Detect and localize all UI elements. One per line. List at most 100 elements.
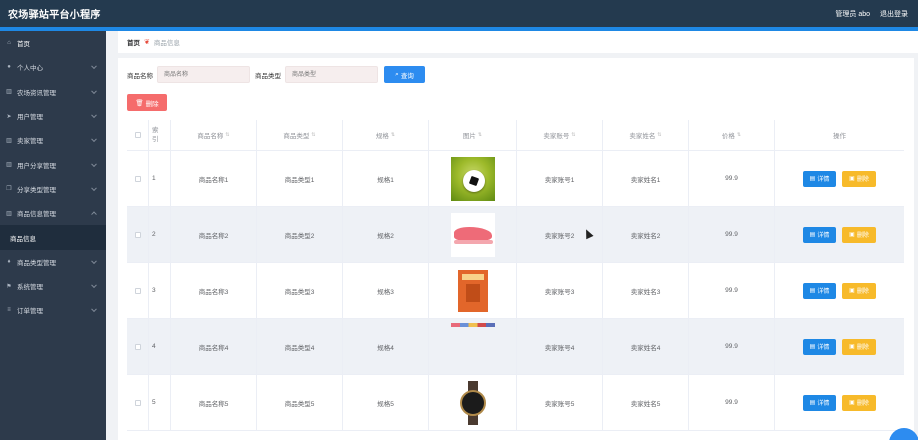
index-header-label: 索引 [152, 127, 159, 143]
ops-cell: ▤ 详情 ▣ 删除 [775, 207, 904, 262]
seller-account-cell: 卖家账号5 [517, 375, 603, 430]
ops-cell: ▤ 详情 ▣ 删除 [775, 375, 904, 430]
header-image[interactable]: 图片 ⇅ [429, 120, 517, 150]
sidebar-item-users[interactable]: ➤ 用户管理 [0, 104, 106, 128]
seller-account-cell: 卖家账号4 [517, 319, 603, 374]
logout-button[interactable]: 退出登录 [880, 9, 908, 19]
detail-icon: ▤ [809, 288, 816, 294]
copy-icon: ❐ [6, 186, 12, 193]
soccer-ball-thumbnail[interactable] [450, 156, 495, 201]
sidebar-item-label: 卖家管理 [17, 138, 43, 146]
sort-icon: ⇅ [477, 132, 483, 138]
header-seller-account[interactable]: 卖家账号 ⇅ [517, 120, 603, 150]
sidebar-subitem-product-info[interactable]: 商品信息 [0, 225, 106, 250]
content-panel: 商品名称 商品类型 ⌕ 查询 🗑 删除 索引 商品名称⇅ 商品类型⇅ 规格⇅ 图… [118, 58, 914, 440]
chevron-down-icon [91, 282, 97, 289]
bank-icon: ▥ [6, 137, 12, 144]
sidebar-item-label: 商品类型管理 [17, 259, 56, 267]
row-checkbox-cell [127, 263, 149, 318]
sidebar-item-share-types[interactable]: ❐ 分享类型管理 [0, 177, 106, 201]
breadcrumb-home[interactable]: 首页 [127, 37, 140, 47]
ops-cell: ▤ 详情 ▣ 删除 [775, 263, 904, 318]
delete-button[interactable]: ▣ 删除 [842, 170, 876, 187]
detail-button[interactable]: ▤ 详情 [803, 226, 836, 243]
delete-label: 删除 [856, 401, 869, 407]
header-name[interactable]: 商品名称 ⇅ [171, 120, 257, 150]
type-label: 商品类型 [255, 72, 281, 80]
row-checkbox[interactable] [134, 399, 141, 406]
detail-button[interactable]: ▤ 详情 [803, 338, 836, 355]
wristwatch-thumbnail[interactable] [450, 380, 495, 425]
row-checkbox[interactable] [134, 175, 141, 182]
delete-button[interactable]: ▣ 删除 [842, 394, 876, 411]
mic-icon: ♦ [7, 258, 11, 265]
price-cell: 99.9 [689, 207, 775, 262]
header-seller-name[interactable]: 卖家姓名 ⇅ [603, 120, 689, 150]
header-type[interactable]: 商品类型 ⇅ [257, 120, 343, 150]
header-spec[interactable]: 规格 ⇅ [343, 120, 429, 150]
delete-button[interactable]: ▣ 删除 [842, 338, 876, 355]
select-all-checkbox[interactable] [134, 132, 141, 138]
name-label: 商品名称 [127, 72, 153, 80]
ops-cell: ▤ 详情 ▣ 删除 [775, 151, 904, 206]
sort-icon: ⇅ [390, 132, 396, 138]
home-icon: ⌂ [7, 40, 11, 47]
trash-icon: ▣ [849, 176, 855, 182]
sidebar-item-sellers[interactable]: ▥ 卖家管理 [0, 128, 106, 152]
sidebar-item-user-shares[interactable]: ▥ 用户分享管理 [0, 152, 106, 176]
row-checkbox[interactable] [134, 343, 141, 350]
breadcrumb-current: 商品信息 [153, 40, 180, 47]
color-strip-thumbnail[interactable] [450, 323, 495, 327]
index-cell: 2 [149, 207, 171, 262]
sidebar-item-system[interactable]: ⚑ 系统管理 [0, 274, 106, 298]
sidebar-item-orders[interactable]: ≡ 订单管理 [0, 298, 106, 322]
price-cell: 99.9 [689, 151, 775, 206]
sidebar-item-home[interactable]: ⌂ 首页 [0, 31, 106, 55]
row-checkbox[interactable] [134, 287, 141, 294]
sidebar-item-product-types[interactable]: ♦ 商品类型管理 [0, 250, 106, 274]
query-button[interactable]: ⌕ 查询 [384, 66, 425, 83]
header-checkbox-cell [127, 120, 149, 150]
sort-icon: ⇅ [225, 132, 230, 138]
table-row: 3 商品名称3 商品类型3 规格3 卖家账号3 卖家姓名3 99.9 ▤ 详情 ▣… [127, 263, 904, 319]
delete-label: 删除 [856, 233, 869, 239]
delete-button[interactable]: ▣ 删除 [842, 226, 876, 243]
row-checkbox[interactable] [134, 231, 141, 238]
product-name-input[interactable] [157, 66, 250, 83]
row-checkbox-cell [127, 319, 149, 374]
seller-name-cell: 卖家姓名4 [603, 319, 689, 374]
main-content: 首页 ❦ 商品信息 商品名称 商品类型 ⌕ 查询 🗑 删除 索引 商品名称⇅ 商… [106, 31, 918, 440]
row-checkbox-cell [127, 207, 149, 262]
header-price[interactable]: 价格 ⇅ [689, 120, 775, 150]
detail-button[interactable]: ▤ 详情 [803, 282, 836, 299]
image-cell [429, 151, 517, 206]
batch-delete-button[interactable]: 🗑 删除 [127, 94, 167, 111]
sidebar-item-farm-news[interactable]: ▥ 农场资讯管理 [0, 80, 106, 104]
row-checkbox-cell [127, 151, 149, 206]
name-header-label: 商品名称 [197, 133, 224, 140]
detail-label: 详情 [817, 177, 830, 183]
table-row: 1 商品名称1 商品类型1 规格1 卖家账号1 卖家姓名1 99.9 ▤ 详情 ▣… [127, 151, 904, 207]
price-cell: 99.9 [689, 319, 775, 374]
sort-icon: ⇅ [736, 132, 742, 138]
sidebar-item-profile[interactable]: ● 个人中心 [0, 55, 106, 79]
sidebar-item-label: 用户管理 [17, 114, 43, 122]
spec-cell: 规格1 [343, 151, 429, 206]
table-row: 4 商品名称4 商品类型4 规格4 卖家账号4 卖家姓名4 99.9 ▤ 详情 ▣… [127, 319, 904, 375]
delete-label: 删除 [856, 345, 869, 351]
product-type-input[interactable] [285, 66, 378, 83]
batch-delete-label: 删除 [145, 100, 159, 108]
detail-button[interactable]: ▤ 详情 [803, 394, 836, 411]
sort-icon: ⇅ [657, 132, 662, 138]
sidebar: ⌂ 首页 ● 个人中心 ▥ 农场资讯管理 ➤ 用户管理 ▥ 卖家管理 ▥ 用户分… [0, 31, 106, 440]
sort-icon: ⇅ [311, 132, 316, 138]
pink-sneaker-thumbnail[interactable] [450, 212, 495, 257]
detail-button[interactable]: ▤ 详情 [803, 170, 836, 187]
delete-button[interactable]: ▣ 删除 [842, 282, 876, 299]
sidebar-item-label: 订单管理 [17, 308, 43, 316]
flag-icon: ⚑ [6, 283, 12, 290]
chevron-down-icon [91, 88, 97, 94]
top-bar: 农场驿站平台小程序 管理员 abo 退出登录 [0, 0, 918, 27]
sidebar-item-product-info-mgmt[interactable]: ▥ 商品信息管理 [0, 201, 106, 225]
orange-book-thumbnail[interactable] [450, 268, 495, 313]
